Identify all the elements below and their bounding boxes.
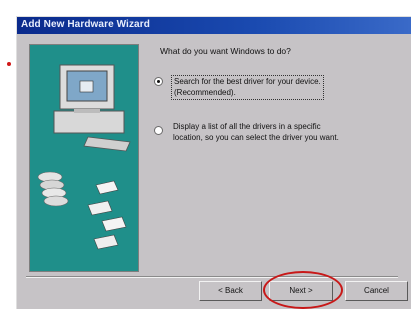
option-label-line2: location, so you can select the driver y…: [173, 132, 339, 142]
radio-selected-dot: [157, 80, 160, 83]
prompt-question: What do you want Windows to do?: [160, 46, 291, 56]
computer-icon: [53, 64, 131, 152]
back-button[interactable]: < Back: [199, 281, 262, 301]
red-marker-dot: [7, 62, 11, 66]
wizard-dialog: Add New Hardware Wizard What do you want…: [16, 16, 411, 309]
option-label: Search for the best driver for your devi…: [171, 75, 324, 100]
floppy-disk-icon: [87, 180, 127, 250]
wizard-illustration: [29, 44, 139, 272]
option-label: Display a list of all the drivers in a s…: [173, 122, 339, 143]
option-label-line2: (Recommended).: [174, 87, 236, 97]
window-title: Add New Hardware Wizard: [21, 19, 150, 30]
option-label-line1: Search for the best driver for your devi…: [174, 77, 321, 86]
radio-search-best-driver[interactable]: [154, 77, 163, 86]
title-bar[interactable]: Add New Hardware Wizard: [17, 17, 411, 34]
disc-stack-icon: [37, 171, 69, 207]
cancel-button[interactable]: Cancel: [345, 281, 408, 301]
next-button[interactable]: Next >: [269, 281, 333, 301]
divider: [26, 276, 398, 278]
radio-display-driver-list[interactable]: [154, 126, 163, 135]
option-label-line1: Display a list of all the drivers in a s…: [173, 122, 321, 131]
